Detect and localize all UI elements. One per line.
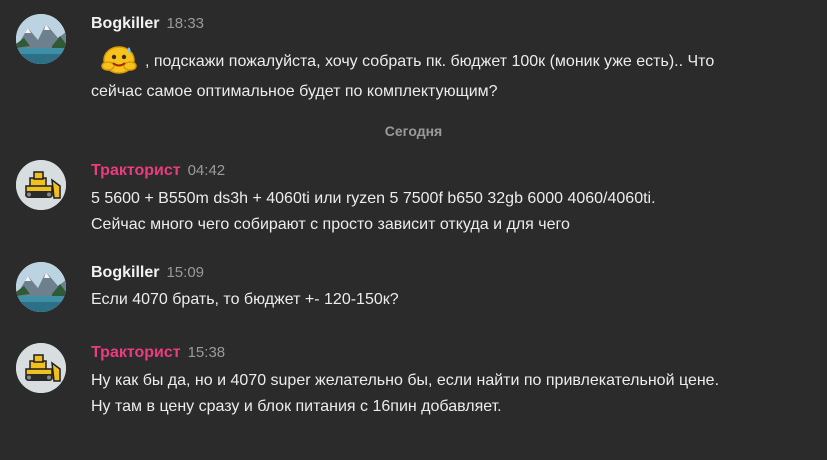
- message-line-text: , подскажи пожалуйста, хочу собрать пк. …: [145, 53, 715, 71]
- message-line: Ну как бы да, но и 4070 super желательно…: [91, 372, 720, 389]
- user-avatar-bogkiller[interactable]: [16, 262, 66, 312]
- message-header: Bogkiller 18:33: [91, 14, 204, 34]
- message-line: 5 5600 + B550m ds3h + 4060ti или ryzen 5…: [91, 190, 656, 207]
- message-line: сейчас самое оптимальное будет по компле…: [91, 83, 498, 100]
- author-name[interactable]: Bogkiller: [91, 15, 159, 32]
- message-time: 15:09: [166, 264, 205, 281]
- user-avatar-traktorist[interactable]: [16, 160, 66, 210]
- user-avatar-traktorist[interactable]: [16, 343, 66, 393]
- message-time: 15:38: [187, 344, 226, 361]
- message-time: 18:33: [166, 15, 205, 32]
- message-text: Если 4070 брать, то бюджет +- 120-150к?: [91, 287, 811, 313]
- message-header: Тракторист 04:42: [91, 161, 225, 181]
- user-avatar-bogkiller[interactable]: [16, 14, 66, 64]
- mountain-lake-icon: [16, 14, 66, 64]
- message-line: , подскажи пожалуйста, хочу собрать пк. …: [91, 45, 811, 79]
- message-header: Тракторист 15:38: [91, 343, 225, 363]
- bulldozer-icon: [16, 343, 66, 393]
- message-time: 04:42: [187, 162, 226, 179]
- message-text: Ну как бы да, но и 4070 super желательно…: [91, 368, 811, 420]
- message-line: Если 4070 брать, то бюджет +- 120-150к?: [91, 291, 399, 308]
- chat-view: Bogkiller 18:33 , подскажи пожалуйста, хо…: [0, 0, 827, 460]
- sweating-smile-emoji-icon: [99, 41, 139, 75]
- date-divider: Сегодня: [384, 123, 443, 139]
- message-text: , подскажи пожалуйста, хочу собрать пк. …: [91, 45, 811, 105]
- author-name[interactable]: Тракторист: [91, 162, 181, 179]
- author-name[interactable]: Bogkiller: [91, 264, 159, 281]
- message-header: Bogkiller 15:09: [91, 263, 204, 283]
- author-name[interactable]: Тракторист: [91, 344, 181, 361]
- bulldozer-icon: [16, 160, 66, 210]
- message-line: Сейчас много чего собирают с просто зави…: [91, 216, 570, 233]
- message-line: Ну там в цену сразу и блок питания с 16п…: [91, 398, 502, 415]
- mountain-lake-icon: [16, 262, 66, 312]
- message-text: 5 5600 + B550m ds3h + 4060ti или ryzen 5…: [91, 186, 811, 238]
